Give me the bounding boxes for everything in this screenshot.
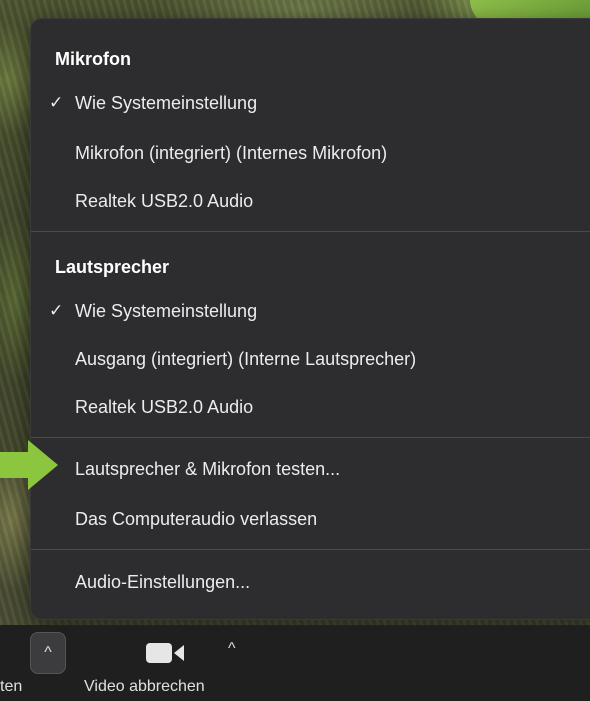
- checkmark-icon: ✓: [49, 301, 64, 320]
- video-label: Video abbrechen: [84, 678, 205, 695]
- test-audio-button[interactable]: Lautsprecher & Mikrofon testen...: [31, 447, 590, 491]
- menu-item-label: Mikrofon (integriert) (Internes Mikrofon…: [75, 143, 388, 163]
- menu-item-mic-internal[interactable]: Mikrofon (integriert) (Internes Mikrofon…: [31, 131, 590, 175]
- audio-settings-button[interactable]: Audio-Einstellungen...: [31, 560, 590, 604]
- menu-item-label: Realtek USB2.0 Audio: [75, 397, 254, 417]
- menu-item-label: Realtek USB2.0 Audio: [75, 191, 254, 211]
- divider: [31, 549, 590, 550]
- audio-menu: Mikrofon ✓ Wie Systemeinstellung Mikrofo…: [30, 18, 590, 620]
- menu-item-speaker-system[interactable]: ✓ Wie Systemeinstellung: [31, 289, 590, 333]
- audio-options-caret-button[interactable]: ^: [30, 632, 66, 674]
- menu-item-label: Audio-Einstellungen...: [75, 572, 251, 592]
- menu-item-speaker-internal[interactable]: Ausgang (integriert) (Interne Lautsprech…: [31, 337, 590, 381]
- menu-item-speaker-realtek[interactable]: Realtek USB2.0 Audio: [31, 385, 590, 429]
- menu-item-label: Wie Systemeinstellung: [75, 301, 258, 321]
- menu-item-label: Das Computeraudio verlassen: [75, 509, 318, 529]
- section-title-mikrofon: Mikrofon: [55, 49, 131, 69]
- divider: [31, 437, 590, 438]
- section-title-lautsprecher: Lautsprecher: [55, 257, 170, 277]
- menu-item-label: Wie Systemeinstellung: [75, 93, 258, 113]
- video-camera-icon[interactable]: [146, 641, 186, 665]
- leave-computer-audio-button[interactable]: Das Computeraudio verlassen: [31, 497, 590, 541]
- video-options-caret-button[interactable]: ^: [228, 640, 236, 658]
- menu-item-label: Ausgang (integriert) (Interne Lautsprech…: [75, 349, 417, 369]
- menu-item-mic-realtek[interactable]: Realtek USB2.0 Audio: [31, 179, 590, 223]
- checkmark-icon: ✓: [49, 93, 64, 112]
- menu-item-mic-system[interactable]: ✓ Wie Systemeinstellung: [31, 81, 590, 125]
- menu-item-label: Lautsprecher & Mikrofon testen...: [75, 459, 341, 479]
- audio-label: ten: [0, 678, 23, 695]
- divider: [31, 231, 590, 232]
- green-arrow-icon: [0, 440, 58, 490]
